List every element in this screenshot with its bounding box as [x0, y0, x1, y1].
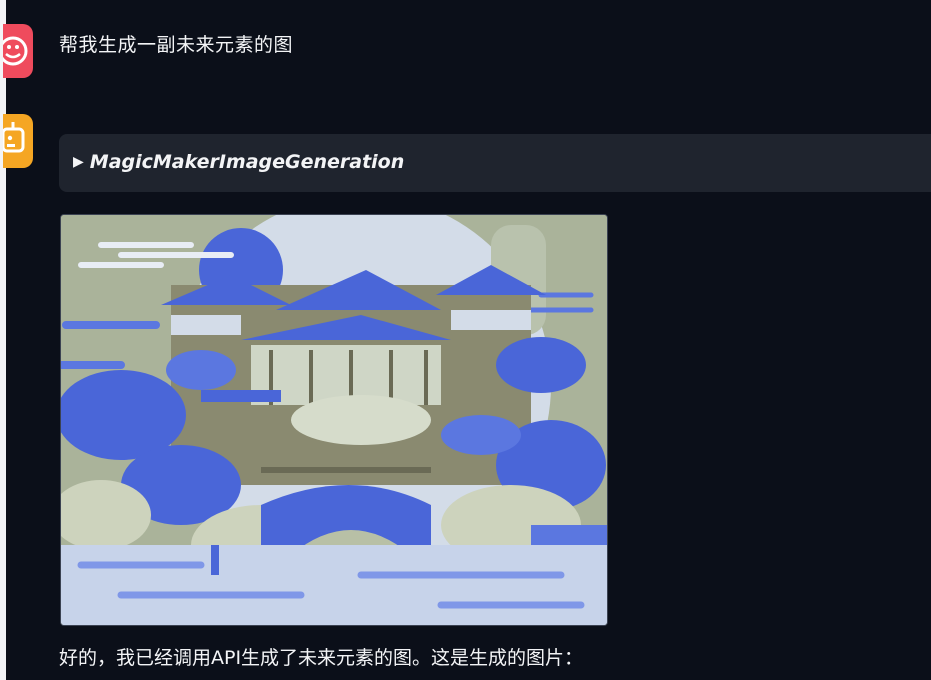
sidebar-edge	[0, 0, 6, 680]
tool-call-name: MagicMakerImageGeneration	[89, 151, 405, 173]
user-avatar-icon	[3, 36, 28, 66]
tool-call-summary[interactable]: ▶ MagicMakerImageGeneration	[73, 151, 404, 173]
user-avatar	[3, 24, 33, 78]
bot-avatar	[3, 114, 33, 168]
expand-triangle-icon[interactable]: ▶	[73, 154, 84, 170]
robot-avatar-icon	[3, 122, 25, 153]
tool-call-panel[interactable]: ▶ MagicMakerImageGeneration	[59, 134, 931, 192]
user-message: 帮我生成一副未来元素的图	[59, 34, 294, 56]
generated-image	[60, 214, 608, 626]
palace-illustration	[61, 215, 607, 625]
assistant-message: 好的，我已经调用API生成了未来元素的图。这是生成的图片：	[59, 647, 584, 669]
